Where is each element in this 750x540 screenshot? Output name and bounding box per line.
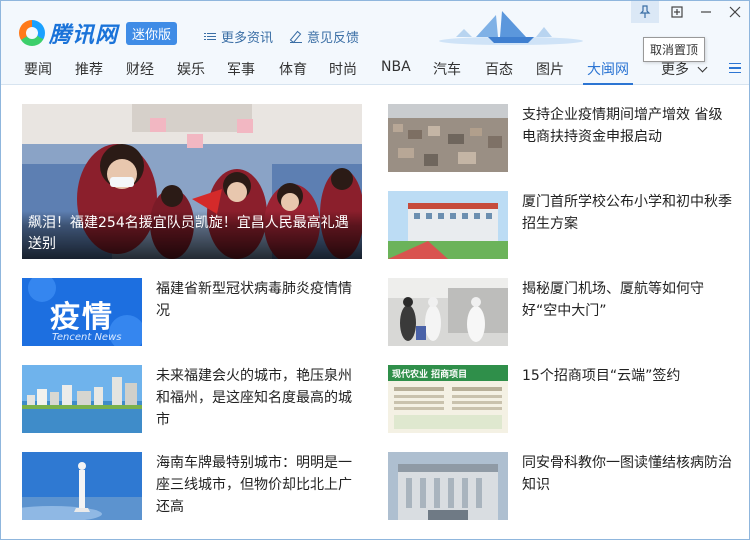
menu-icon[interactable] <box>729 63 741 73</box>
edit-icon <box>290 31 302 43</box>
article-title[interactable]: 同安骨科教你一图读懂结核病防治知识 <box>522 452 732 496</box>
nav-more-label: 更多 <box>661 62 689 78</box>
nav-more[interactable]: 更多 <box>661 59 708 79</box>
feedback-link[interactable]: 意见反馈 <box>290 27 359 46</box>
article-thumbnail[interactable] <box>388 452 508 520</box>
article-title[interactable]: 厦门首所学校公布小学和初中秋季招生方案 <box>522 191 732 235</box>
chevron-down-icon <box>698 62 708 73</box>
more-news-label: 更多资讯 <box>221 31 274 46</box>
pin-button[interactable] <box>631 1 659 23</box>
logo[interactable]: 腾讯网 迷你版 <box>19 17 178 49</box>
school-building-thumb <box>388 191 508 259</box>
mini-version-badge: 迷你版 <box>126 21 178 45</box>
close-icon <box>729 6 741 18</box>
app-window: 腾讯网 迷你版 更多资讯 意见反馈 要闻 推荐 财经 娱乐 军事 体育 时尚 N… <box>0 0 750 540</box>
hero-article[interactable]: 飙泪！福建254名援宜队员凯旋！宜昌人民最高礼遇送别 <box>22 104 362 259</box>
close-button[interactable] <box>721 1 749 23</box>
nav-item[interactable]: 汽车 <box>433 59 461 79</box>
logo-text: 腾讯网 <box>49 23 119 48</box>
list-icon <box>204 31 216 43</box>
pin-icon <box>639 5 651 18</box>
guanyin-statue-thumb <box>22 452 142 520</box>
nav-item[interactable]: 要闻 <box>24 59 52 79</box>
unpin-tooltip: 取消置顶 <box>643 37 706 62</box>
poster-heading: 现代农业 招商项目 <box>392 370 468 380</box>
nav-item[interactable]: 财经 <box>126 59 154 79</box>
hospital-building-thumb <box>388 452 508 520</box>
more-news-link[interactable]: 更多资讯 <box>204 27 273 46</box>
restore-button[interactable] <box>663 1 691 23</box>
minimize-button[interactable] <box>692 1 720 23</box>
article-thumbnail[interactable] <box>388 191 508 259</box>
nav-item[interactable]: 时尚 <box>329 59 357 79</box>
nav-item[interactable]: 百态 <box>485 59 513 79</box>
article-title[interactable]: 15个招商项目“云端”签约 <box>522 365 732 387</box>
nav-item[interactable]: 推荐 <box>75 59 103 79</box>
article-title[interactable]: 支持企业疫情期间增产增效 省级电商扶持资金申报启动 <box>522 104 732 148</box>
nav-item[interactable]: NBA <box>381 59 411 75</box>
feedback-label: 意见反馈 <box>307 31 360 46</box>
nav-item-active[interactable]: 大闽网 <box>583 59 633 85</box>
article-thumbnail[interactable] <box>388 278 508 346</box>
restore-icon <box>671 6 683 18</box>
category-nav: 要闻 推荐 财经 娱乐 军事 体育 时尚 NBA 汽车 百态 图片 大闽网 更多 <box>1 55 749 85</box>
thumb-title: 疫情 <box>50 300 114 335</box>
minimize-icon <box>701 11 711 13</box>
airport-staff-thumb <box>388 278 508 346</box>
article-title[interactable]: 福建省新型冠状病毒肺炎疫情情况 <box>156 278 356 322</box>
article-thumbnail[interactable]: 疫情 Tencent News <box>22 278 142 346</box>
article-title[interactable]: 揭秘厦门机场、厦航等如何守好“空中大门” <box>522 278 732 322</box>
article-title[interactable]: 海南车牌最特别城市：明明是一座三线城市，但物价却比北上广还高 <box>156 452 356 518</box>
article-thumbnail[interactable] <box>388 104 508 172</box>
article-title[interactable]: 未来福建会火的城市，艳压泉州和福州，是这座知名度最高的城市 <box>156 365 356 431</box>
nav-item[interactable]: 军事 <box>227 59 255 79</box>
article-thumbnail[interactable] <box>22 365 142 433</box>
city-skyline-thumb <box>22 365 142 433</box>
nav-item[interactable]: 图片 <box>536 59 564 79</box>
nav-item[interactable]: 娱乐 <box>177 59 205 79</box>
thumb-brand: Tencent News <box>52 332 122 343</box>
tencent-logo-icon <box>19 20 45 46</box>
town-aerial-thumb <box>388 104 508 172</box>
sailboat-decoration <box>439 11 583 45</box>
article-thumbnail[interactable] <box>22 452 142 520</box>
hero-title: 飙泪！福建254名援宜队员凯旋！宜昌人民最高礼遇送别 <box>22 211 362 259</box>
article-thumbnail[interactable]: 现代农业 招商项目 <box>388 365 508 433</box>
nav-item[interactable]: 体育 <box>279 59 307 79</box>
header-bar: 腾讯网 迷你版 更多资讯 意见反馈 要闻 推荐 财经 娱乐 军事 体育 时尚 N… <box>1 1 749 85</box>
